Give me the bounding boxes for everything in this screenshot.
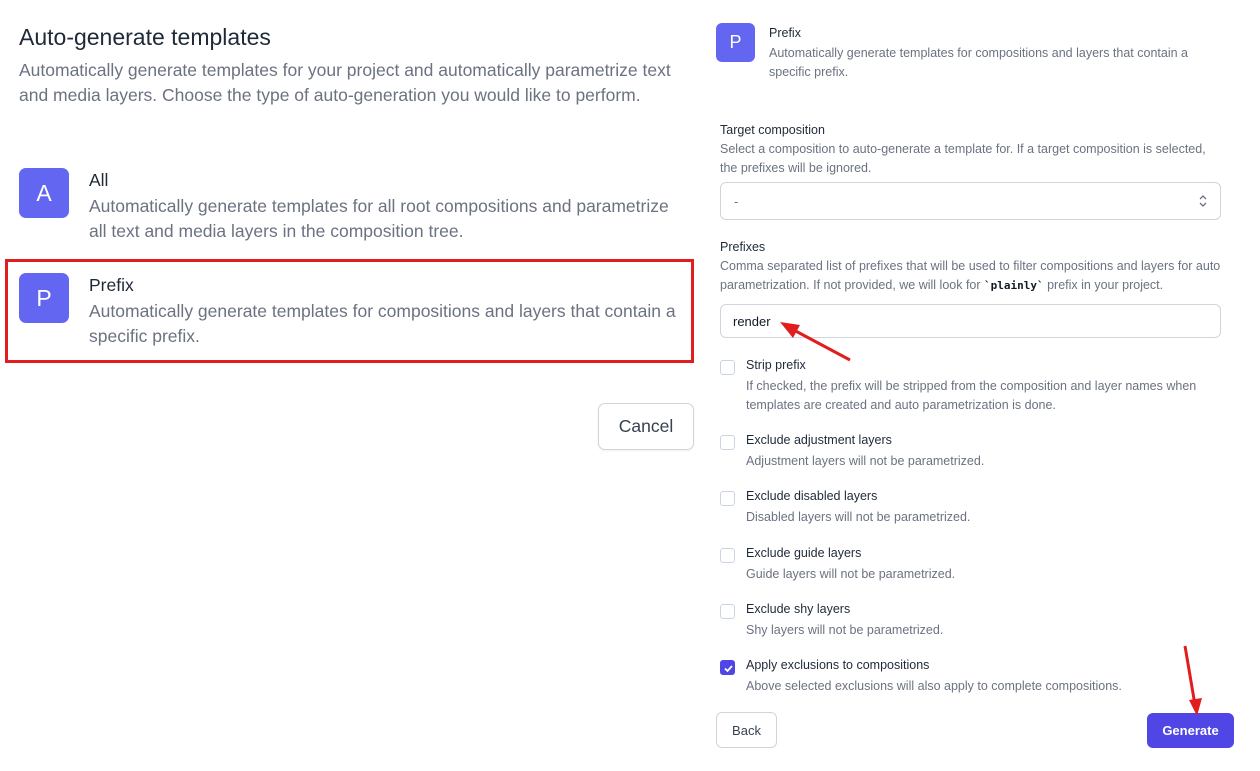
selected-option-title: Prefix — [769, 26, 801, 40]
exclude-adjustment-title: Exclude adjustment layers — [746, 433, 892, 447]
target-composition-select[interactable]: - — [720, 182, 1221, 220]
back-button[interactable]: Back — [716, 712, 777, 748]
exclude-shy-checkbox[interactable] — [720, 604, 735, 619]
option-all-description: Automatically generate templates for all… — [89, 196, 669, 241]
option-all-title: All — [89, 170, 109, 190]
target-composition-help: Select a composition to auto-generate a … — [720, 142, 1206, 175]
page-title: Auto-generate templates — [19, 24, 271, 50]
page-description: Automatically generate templates for you… — [19, 60, 671, 105]
cancel-button[interactable]: Cancel — [598, 403, 694, 450]
target-composition-label: Target composition — [720, 123, 825, 137]
prefixes-help-text-end: prefix in your project. — [1043, 278, 1164, 292]
target-composition-value: - — [734, 194, 739, 209]
exclude-shy-title: Exclude shy layers — [746, 602, 851, 616]
exclude-adjustment-checkbox[interactable] — [720, 435, 735, 450]
strip-prefix-title: Strip prefix — [746, 358, 806, 372]
exclude-disabled-checkbox[interactable] — [720, 491, 735, 506]
checkmark-icon — [724, 665, 733, 673]
generate-button[interactable]: Generate — [1147, 713, 1234, 748]
exclude-guide-title: Exclude guide layers — [746, 546, 862, 560]
exclude-shy-description: Shy layers will not be parametrized. — [746, 623, 944, 637]
option-all-badge: A — [19, 168, 69, 218]
apply-exclusions-title: Apply exclusions to compositions — [746, 658, 930, 672]
exclude-disabled-title: Exclude disabled layers — [746, 489, 878, 503]
exclude-guide-description: Guide layers will not be parametrized. — [746, 567, 956, 581]
prefixes-help-code: `plainly` — [984, 279, 1044, 292]
prefixes-help: Comma separated list of prefixes that wi… — [720, 257, 1225, 295]
prefixes-input[interactable] — [720, 304, 1221, 338]
exclude-guide-checkbox[interactable] — [720, 548, 735, 563]
apply-exclusions-checkbox[interactable] — [720, 660, 735, 675]
exclude-disabled-description: Disabled layers will not be parametrized… — [746, 510, 971, 524]
selected-option-badge: P — [716, 23, 755, 62]
strip-prefix-description: If checked, the prefix will be stripped … — [746, 379, 1197, 412]
chevron-up-down-icon — [1199, 195, 1207, 207]
exclude-adjustment-description: Adjustment layers will not be parametriz… — [746, 454, 985, 468]
prefix-settings-panel: P Prefix Automatically generate template… — [700, 0, 1260, 771]
prefixes-label: Prefixes — [720, 240, 766, 254]
apply-exclusions-description: Above selected exclusions will also appl… — [746, 679, 1122, 693]
selected-option-description: Automatically generate templates for com… — [769, 46, 1188, 79]
options-panel: Auto-generate templates Automatically ge… — [0, 0, 700, 771]
strip-prefix-checkbox[interactable] — [720, 360, 735, 375]
annotation-highlight-box — [5, 259, 694, 363]
